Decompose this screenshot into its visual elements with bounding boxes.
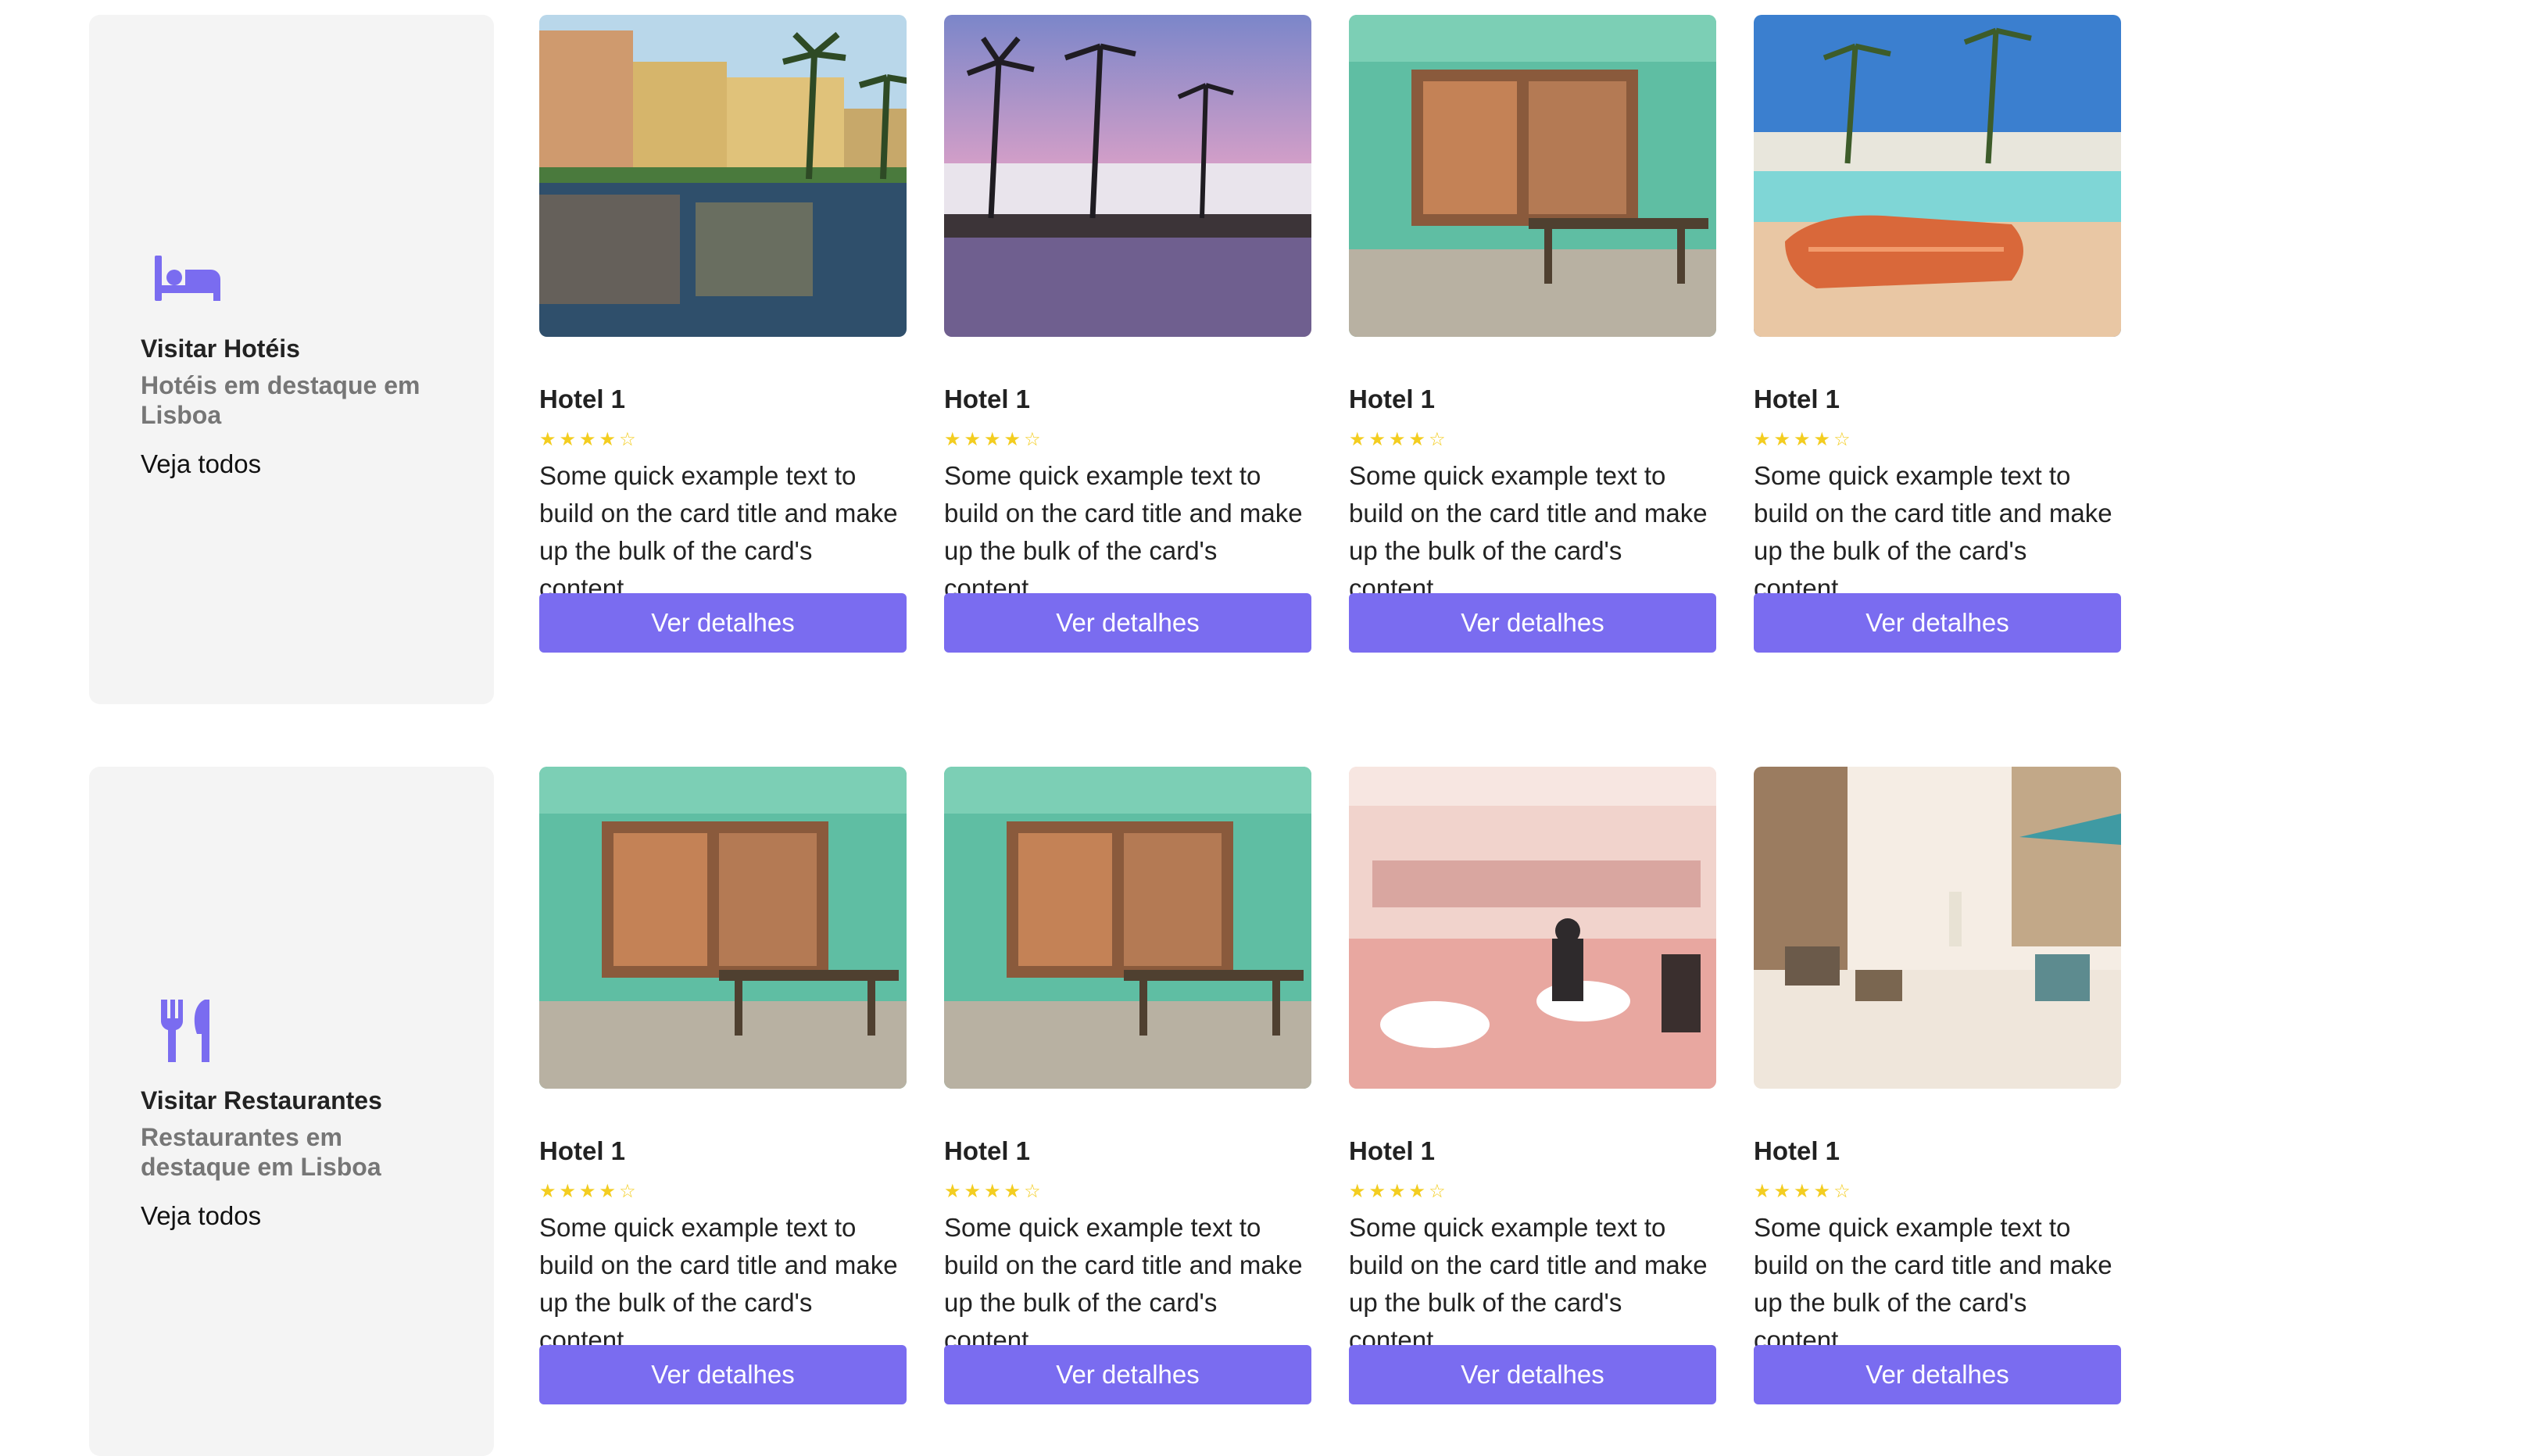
card-title: Hotel 1 — [539, 1136, 626, 1165]
card-text: Some quick example text to build on the … — [944, 461, 1303, 603]
pink-restaurant-interior-image — [1349, 767, 1716, 1089]
star-rating: ★★★★☆ — [944, 428, 1044, 450]
green-storefront-image — [1349, 15, 1716, 337]
page: Visitar Hotéis Hotéis em destaque em Lis… — [0, 0, 2529, 1456]
details-button[interactable]: Ver detalhes — [539, 1345, 907, 1404]
hotel-pool-reflection-image — [539, 15, 907, 337]
pool-lounger-image — [1754, 15, 2121, 337]
details-button[interactable]: Ver detalhes — [1754, 593, 2121, 653]
see-all-link[interactable]: Veja todos — [141, 449, 261, 480]
card-text: Some quick example text to build on the … — [1349, 1213, 1708, 1354]
star-rating: ★★★★☆ — [1349, 428, 1449, 450]
restaurants-side-panel: Visitar Restaurantes Restaurantes em des… — [89, 767, 494, 1456]
card-text: Some quick example text to build on the … — [539, 461, 898, 603]
card-title: Hotel 1 — [1754, 385, 1840, 413]
card-text: Some quick example text to build on the … — [1754, 461, 2112, 603]
star-rating: ★★★★☆ — [539, 428, 639, 450]
card-title: Hotel 1 — [539, 385, 626, 413]
star-rating: ★★★★☆ — [539, 1180, 639, 1202]
palm-pool-sunset-image — [944, 15, 1311, 337]
details-button[interactable]: Ver detalhes — [539, 593, 907, 653]
card-text: Some quick example text to build on the … — [1754, 1213, 2112, 1354]
star-rating: ★★★★☆ — [944, 1180, 1044, 1202]
star-rating: ★★★★☆ — [1754, 1180, 1854, 1202]
card-title: Hotel 1 — [944, 1136, 1031, 1165]
green-storefront-image — [944, 767, 1311, 1089]
card-text: Some quick example text to build on the … — [1349, 461, 1708, 603]
card-title: Hotel 1 — [1349, 1136, 1436, 1165]
utensils-icon — [150, 993, 225, 1068]
details-button[interactable]: Ver detalhes — [1349, 1345, 1716, 1404]
card-text: Some quick example text to build on the … — [944, 1213, 1303, 1354]
card-title: Hotel 1 — [944, 385, 1031, 413]
bed-icon — [150, 241, 225, 317]
see-all-link[interactable]: Veja todos — [141, 1200, 261, 1232]
details-button[interactable]: Ver detalhes — [944, 1345, 1311, 1404]
star-rating: ★★★★☆ — [1349, 1180, 1449, 1202]
street-cafe-image — [1754, 767, 2121, 1089]
star-rating: ★★★★☆ — [1754, 428, 1854, 450]
card-text: Some quick example text to build on the … — [539, 1213, 898, 1354]
section-title: Visitar Hotéis — [141, 334, 300, 363]
details-button[interactable]: Ver detalhes — [944, 593, 1311, 653]
hotels-side-panel: Visitar Hotéis Hotéis em destaque em Lis… — [89, 15, 494, 704]
section-title: Visitar Restaurantes — [141, 1086, 382, 1114]
section-subtitle: Restaurantes em destaque em Lisboa — [141, 1123, 381, 1181]
section-subtitle: Hotéis em destaque em Lisboa — [141, 371, 420, 429]
green-storefront-image — [539, 767, 907, 1089]
details-button[interactable]: Ver detalhes — [1754, 1345, 2121, 1404]
card-title: Hotel 1 — [1349, 385, 1436, 413]
details-button[interactable]: Ver detalhes — [1349, 593, 1716, 653]
card-title: Hotel 1 — [1754, 1136, 1840, 1165]
